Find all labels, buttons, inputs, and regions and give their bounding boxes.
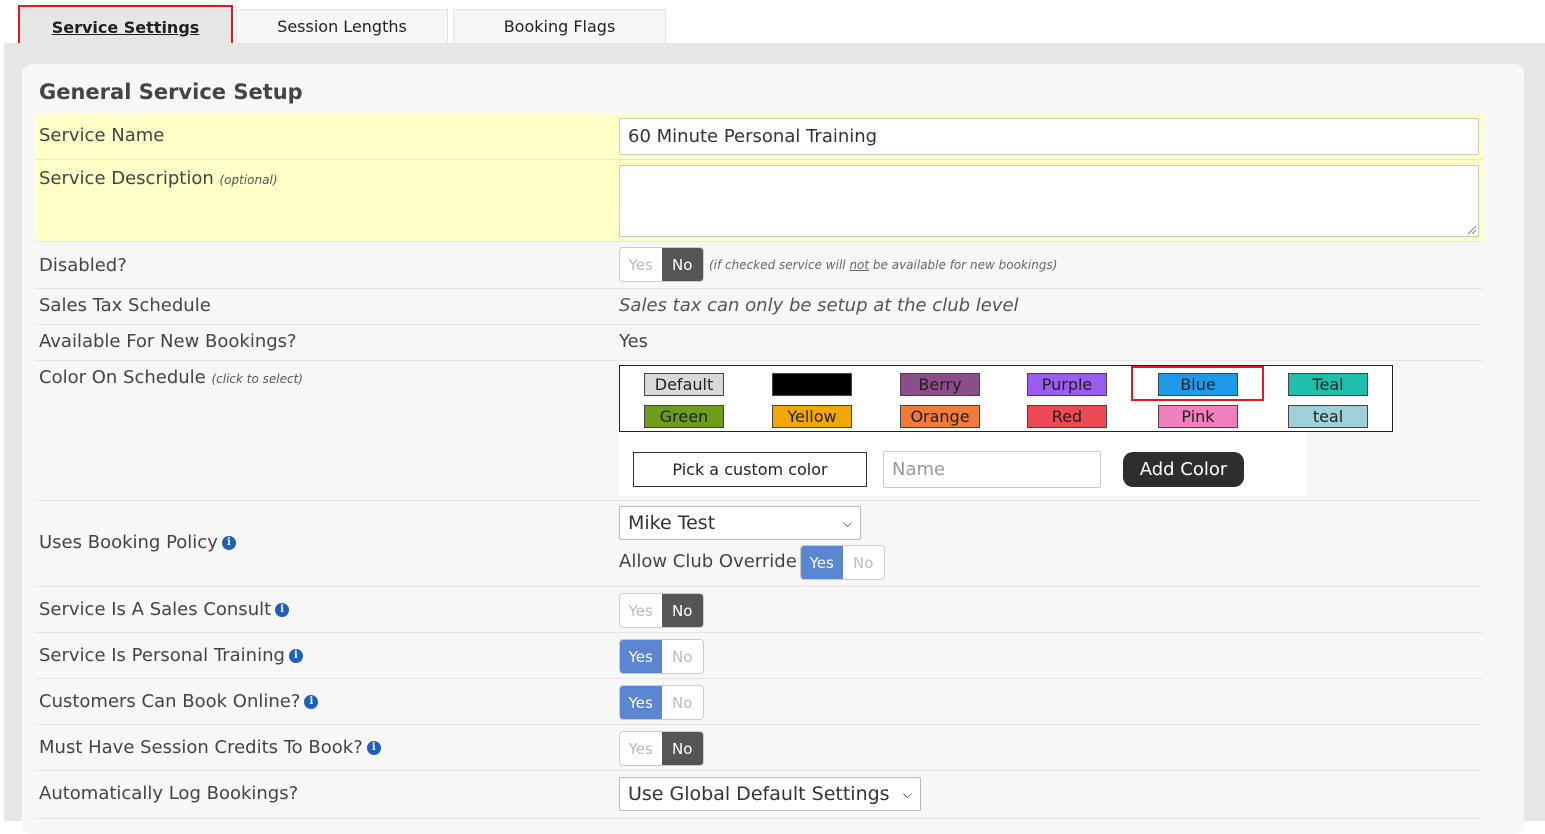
swatch-teal-light[interactable]: teal	[1288, 405, 1368, 428]
allow-club-override-toggle[interactable]: Yes No	[800, 545, 885, 580]
book-online-row: Customers Can Book Online? i	[35, 679, 1483, 725]
booking-policy-select[interactable]: Mike Test ⌵	[619, 506, 861, 540]
available-row: Available For New Bookings?	[35, 325, 1483, 361]
personal-training-label: Service Is Personal Training i	[39, 645, 303, 666]
swatch-black[interactable]	[772, 373, 852, 396]
toggle-no[interactable]: No	[661, 248, 703, 281]
disabled-toggle[interactable]: Yes No	[619, 247, 704, 282]
selected-swatch-highlight	[1131, 366, 1264, 401]
chevron-down-icon: ⌵	[902, 786, 912, 801]
toggle-yes[interactable]: Yes	[620, 594, 662, 627]
sales-consult-toggle[interactable]: Yes No	[619, 593, 704, 628]
swatch-purple[interactable]: Purple	[1027, 373, 1107, 396]
info-icon[interactable]: i	[275, 602, 290, 617]
toggle-yes[interactable]: Yes	[620, 248, 662, 281]
chevron-down-icon: ⌵	[842, 515, 852, 530]
toggle-no[interactable]: No	[662, 686, 704, 719]
tab-booking-flags[interactable]: Booking Flags	[453, 9, 666, 43]
swatch-pink[interactable]: Pink	[1158, 405, 1238, 428]
disabled-hint: (if checked service will not be availabl…	[709, 258, 1058, 272]
personal-training-toggle[interactable]: Yes No	[619, 639, 704, 674]
session-credits-label: Must Have Session Credits To Book? i	[39, 737, 381, 758]
auto-log-label: Automatically Log Bookings?	[39, 783, 299, 804]
sales-tax-value: Sales tax can only be setup at the club …	[619, 295, 1019, 316]
pick-custom-color-button[interactable]: Pick a custom color	[633, 452, 867, 487]
info-icon[interactable]: i	[366, 740, 381, 755]
toggle-no[interactable]: No	[661, 732, 703, 765]
service-description-label: Service Description (optional)	[39, 168, 278, 189]
info-icon[interactable]: i	[288, 648, 303, 663]
info-icon[interactable]: i	[304, 694, 319, 709]
add-color-button[interactable]: Add Color	[1123, 452, 1244, 487]
color-swatch-grid: Default Berry Purple Blue Teal Green Yel…	[619, 365, 1393, 432]
toggle-yes[interactable]: Yes	[620, 640, 662, 673]
service-name-input[interactable]: 60 Minute Personal Training	[619, 118, 1479, 155]
info-icon[interactable]: i	[221, 535, 236, 550]
service-description-textarea[interactable]	[619, 165, 1479, 237]
sales-consult-label: Service Is A Sales Consult i	[39, 599, 290, 620]
disabled-label: Disabled?	[39, 255, 127, 276]
session-credits-row: Must Have Session Credits To Book? i	[35, 725, 1483, 771]
book-online-label: Customers Can Book Online? i	[39, 691, 319, 712]
color-name-input[interactable]: Name	[883, 451, 1101, 488]
swatch-default[interactable]: Default	[644, 373, 724, 396]
swatch-red[interactable]: Red	[1027, 405, 1107, 428]
tab-session-lengths[interactable]: Session Lengths	[236, 9, 448, 43]
session-credits-toggle[interactable]: Yes No	[619, 731, 704, 766]
toggle-yes[interactable]: Yes	[620, 686, 662, 719]
toggle-no[interactable]: No	[662, 640, 704, 673]
book-online-toggle[interactable]: Yes No	[619, 685, 704, 720]
tab-bar: Service Settings Session Lengths Booking…	[0, 0, 1545, 49]
service-name-label: Service Name	[39, 125, 165, 146]
booking-policy-label: Uses Booking Policy i	[39, 532, 236, 553]
sales-consult-row: Service Is A Sales Consult i	[35, 587, 1483, 633]
available-label: Available For New Bookings?	[39, 331, 297, 352]
sales-tax-label: Sales Tax Schedule	[39, 295, 211, 316]
click-to-select-note: (click to select)	[211, 372, 303, 386]
resize-handle-icon[interactable]	[1468, 226, 1476, 234]
swatch-orange[interactable]: Orange	[900, 405, 980, 428]
toggle-no[interactable]: No	[843, 546, 885, 579]
section-title: General Service Setup	[39, 80, 303, 104]
allow-club-override-label: Allow Club Override	[619, 551, 797, 572]
swatch-green[interactable]: Green	[644, 405, 724, 428]
toggle-yes[interactable]: Yes	[801, 546, 843, 579]
swatch-teal[interactable]: Teal	[1288, 373, 1368, 396]
swatch-yellow[interactable]: Yellow	[772, 405, 852, 428]
optional-note: (optional)	[219, 173, 278, 187]
personal-training-row: Service Is Personal Training i	[35, 633, 1483, 679]
available-value: Yes	[619, 331, 649, 352]
auto-log-select[interactable]: Use Global Default Settings ⌵	[619, 777, 921, 811]
swatch-berry[interactable]: Berry	[900, 373, 980, 396]
toggle-yes[interactable]: Yes	[620, 732, 662, 765]
toggle-no[interactable]: No	[661, 594, 703, 627]
color-label: Color On Schedule (click to select)	[39, 367, 303, 388]
